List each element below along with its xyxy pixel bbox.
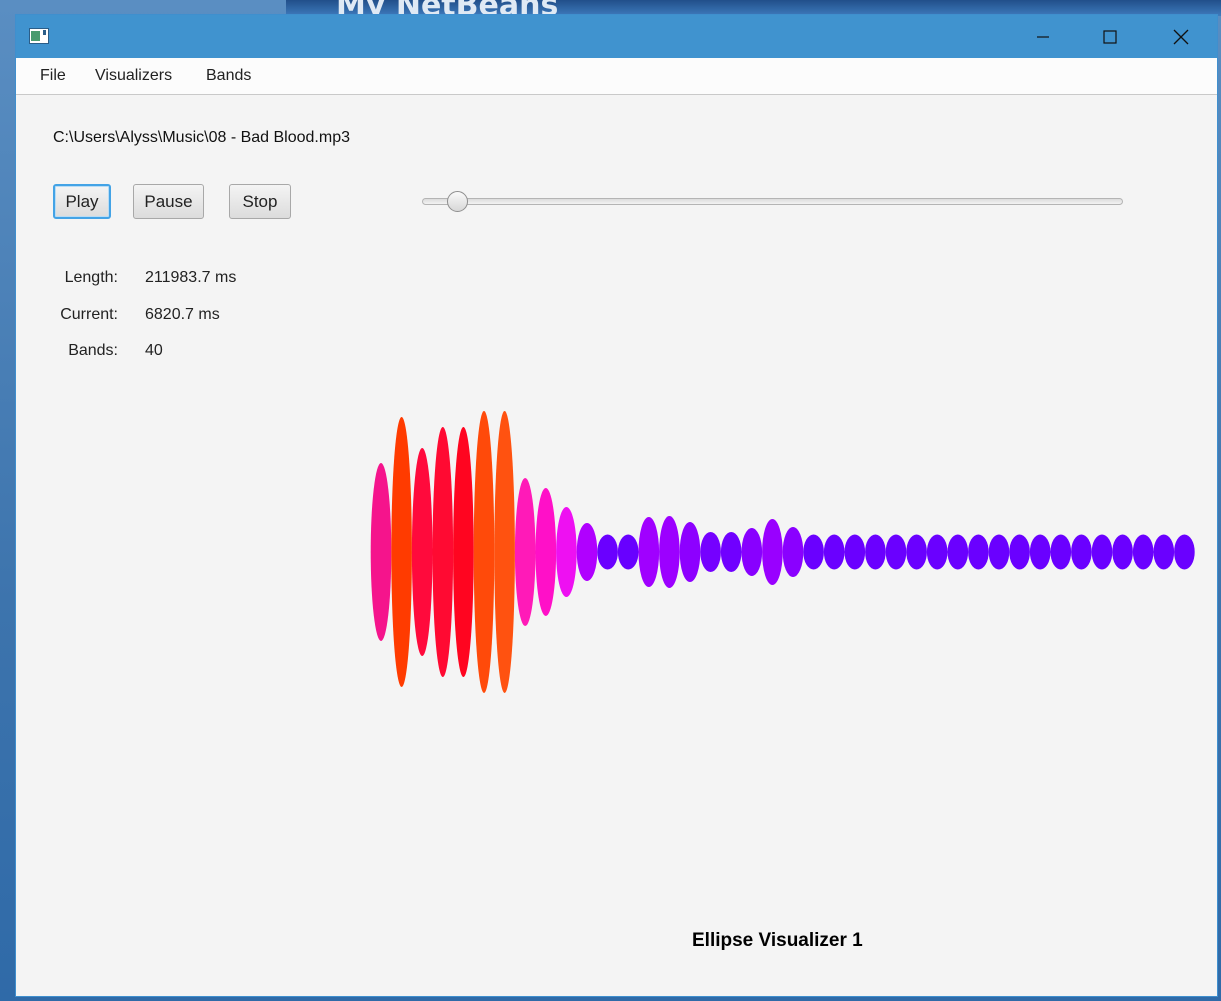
band-ellipse <box>885 534 907 570</box>
band-ellipse <box>576 523 598 581</box>
band-ellipse <box>865 534 886 570</box>
band-ellipse <box>988 534 1010 570</box>
band-ellipse <box>1174 534 1195 570</box>
band-ellipse <box>947 534 969 570</box>
band-ellipse <box>762 519 783 585</box>
band-ellipse <box>1112 534 1133 570</box>
band-ellipse <box>1091 534 1113 570</box>
band-ellipse <box>617 534 639 570</box>
band-ellipse <box>1132 534 1154 570</box>
band-ellipse <box>1153 534 1175 570</box>
band-ellipse <box>1009 534 1030 570</box>
band-ellipse <box>391 417 412 687</box>
band-ellipse <box>432 427 454 677</box>
band-ellipse <box>720 532 742 572</box>
band-ellipse <box>514 478 536 626</box>
band-ellipse <box>597 534 618 570</box>
band-ellipse <box>1050 534 1072 570</box>
band-ellipse <box>453 427 474 677</box>
band-ellipse <box>370 463 392 641</box>
band-ellipse <box>638 517 660 587</box>
band-ellipse <box>700 532 721 572</box>
band-ellipse <box>823 534 845 570</box>
band-ellipse <box>1071 534 1092 570</box>
band-ellipse <box>556 507 577 597</box>
band-ellipse <box>844 534 866 570</box>
band-ellipse <box>659 516 680 588</box>
band-ellipse <box>803 534 824 570</box>
band-ellipse <box>782 527 804 577</box>
ellipse-visualizer <box>370 411 1195 693</box>
band-ellipse <box>411 448 433 656</box>
band-ellipse <box>926 534 948 570</box>
band-ellipse <box>679 522 701 582</box>
band-ellipse <box>968 534 989 570</box>
band-ellipse <box>906 534 927 570</box>
app-window: File Visualizers Bands C:\Users\Alyss\Mu… <box>15 14 1218 997</box>
band-ellipse <box>494 411 515 693</box>
band-ellipse <box>535 488 557 616</box>
band-ellipse <box>473 411 495 693</box>
band-ellipse <box>741 528 763 576</box>
visualizer-name: Ellipse Visualizer 1 <box>692 930 863 951</box>
band-ellipse <box>1029 534 1051 570</box>
